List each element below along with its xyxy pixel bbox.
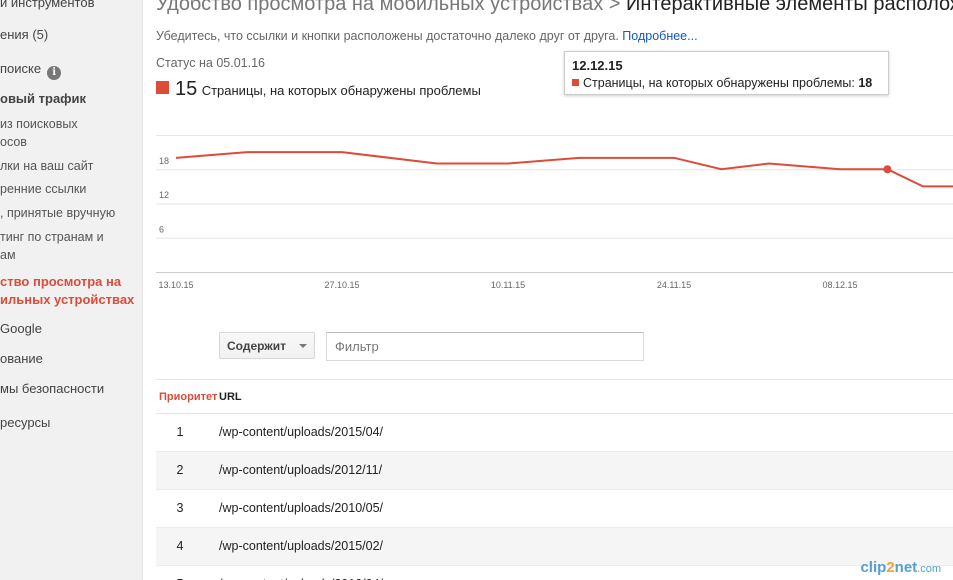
description-text: Убедитесь, что ссылки и кнопки расположе…: [156, 29, 619, 43]
filter-bar: Содержит: [156, 320, 953, 380]
tooltip-label: Страницы, на которых обнаружены проблемы…: [583, 76, 855, 90]
page-description: Убедитесь, что ссылки и кнопки расположе…: [156, 29, 698, 43]
breadcrumb-parent[interactable]: Удобство просмотра на мобильных устройст…: [156, 0, 603, 15]
sidebar-item-links-to-site[interactable]: лки на ваш сайт: [0, 155, 93, 178]
filter-condition-dropdown[interactable]: Содержит: [219, 332, 315, 359]
x-tick-label: 13.10.15: [158, 280, 193, 290]
dropdown-value: Содержит: [227, 339, 287, 353]
sidebar-item-search-appearance[interactable]: поиске i: [0, 57, 62, 80]
sidebar-item-other-resources[interactable]: ресурсы: [0, 411, 50, 434]
row-url[interactable]: /wp-content/uploads/2015/04/: [219, 425, 383, 439]
tooltip-value: 18: [858, 76, 873, 90]
issues-chart[interactable]: 241812613.10.1527.10.1510.11.1524.11.150…: [156, 135, 953, 295]
tooltip-date: 12.12.15: [572, 58, 623, 73]
sidebar-item-search-analytics-cont[interactable]: осов: [0, 131, 27, 154]
chevron-down-icon: [299, 344, 307, 348]
legend-swatch: [156, 81, 169, 94]
table-header: Приоритет URL: [156, 380, 953, 414]
table-row[interactable]: 5/wp-content/uploads/2010/04/: [156, 566, 953, 580]
legend-label: Страницы, на которых обнаружены проблемы: [201, 83, 481, 98]
chart-tooltip: 12.12.15 Страницы, на которых обнаружены…: [564, 51, 889, 95]
tooltip-swatch: [572, 79, 579, 86]
sidebar-item-messages[interactable]: ения (5): [0, 23, 48, 46]
row-url[interactable]: /wp-content/uploads/2012/11/: [219, 463, 382, 477]
watermark-logo: clip2net.com: [860, 559, 941, 576]
breadcrumb-separator: >: [608, 0, 621, 15]
table-row[interactable]: 4/wp-content/uploads/2015/02/: [156, 528, 953, 566]
sidebar-item-security-issues[interactable]: мы безопасности: [0, 377, 104, 400]
sidebar-item-manual-actions[interactable]: , принятые вручную: [0, 202, 115, 225]
chart-legend: 15 Страницы, на которых обнаружены пробл…: [156, 78, 481, 101]
x-tick-label: 27.10.15: [324, 280, 359, 290]
highlight-point: [883, 165, 892, 174]
chart-svg: 241812613.10.1527.10.1510.11.1524.11.150…: [156, 135, 953, 290]
table-row[interactable]: 2/wp-content/uploads/2012/11/: [156, 452, 953, 490]
tooltip-line: Страницы, на которых обнаружены проблемы…: [572, 76, 881, 90]
row-priority: 3: [176, 501, 184, 515]
row-url[interactable]: /wp-content/uploads/2010/05/: [219, 501, 383, 515]
learn-more-link[interactable]: Подробнее...: [622, 29, 697, 43]
row-url[interactable]: /wp-content/uploads/2015/02/: [219, 539, 383, 553]
row-priority: 4: [176, 539, 184, 553]
page-title: Удобство просмотра на мобильных устройст…: [156, 0, 953, 16]
x-tick-label: 08.12.15: [822, 280, 857, 290]
column-header-priority[interactable]: Приоритет: [159, 391, 217, 403]
y-tick-label: 6: [159, 224, 164, 234]
y-tick-label: 18: [159, 156, 169, 166]
y-tick-label: 12: [159, 190, 169, 200]
sidebar-item-label: поиске: [0, 61, 42, 76]
sidebar-item-crawl[interactable]: ование: [0, 347, 43, 370]
sidebar-item-internal-links[interactable]: ренние ссылки: [0, 178, 86, 201]
sidebar: и инструментов ения (5) поиске i овый тра…: [0, 0, 143, 580]
legend-count: 15: [175, 78, 198, 100]
info-icon[interactable]: i: [47, 66, 62, 80]
table-row[interactable]: 1/wp-content/uploads/2015/04/: [156, 414, 953, 452]
x-tick-label: 24.11.15: [657, 280, 691, 290]
row-priority: 2: [176, 463, 184, 477]
sidebar-item-international-targeting-cont[interactable]: ам: [0, 244, 16, 267]
main-content: Удобство просмотра на мобильных устройст…: [156, 0, 953, 580]
breadcrumb-current: Интерактивные элементы располож: [626, 0, 953, 15]
x-tick-label: 10.11.15: [491, 280, 525, 290]
sidebar-section-search-traffic[interactable]: овый трафик: [0, 87, 86, 110]
column-header-url[interactable]: URL: [219, 391, 242, 403]
sidebar-item-mobile-usability-cont[interactable]: ильных устройствах: [0, 288, 134, 311]
table-row[interactable]: 3/wp-content/uploads/2010/05/: [156, 490, 953, 528]
row-priority: 1: [176, 425, 184, 439]
sidebar-item-tools[interactable]: и инструментов: [0, 0, 95, 14]
status-date: Статус на 05.01.16: [156, 56, 265, 70]
filter-input[interactable]: [326, 332, 644, 361]
sidebar-item-google-index[interactable]: Google: [0, 317, 42, 340]
